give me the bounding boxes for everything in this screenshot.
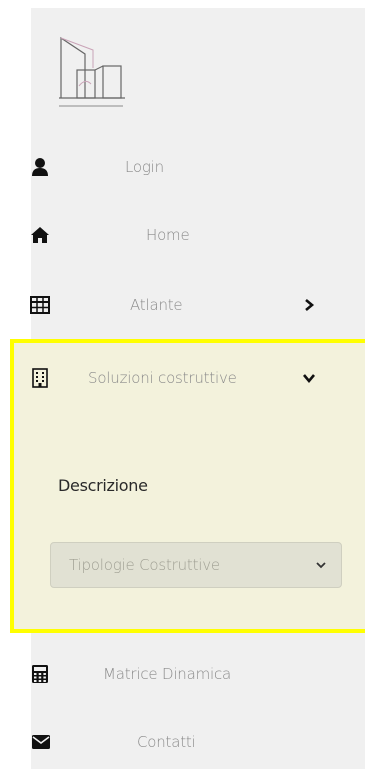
nav-item-matrice-dinamica[interactable]: Matrice Dinamica — [0, 654, 334, 694]
nav-label: Atlante — [130, 296, 183, 314]
nav-label: Contatti — [137, 733, 196, 751]
user-icon — [32, 158, 48, 176]
chevron-right-icon — [305, 299, 315, 311]
logo — [59, 36, 125, 107]
home-icon — [31, 227, 49, 243]
building-icon — [32, 368, 48, 388]
envelope-icon — [32, 735, 50, 749]
select-value: Tipologie Costruttive — [69, 556, 220, 574]
nav-label: Home — [146, 226, 190, 244]
nav-label: Soluzioni costruttive — [88, 369, 237, 387]
table-icon — [30, 296, 50, 314]
nav-label: Matrice Dinamica — [103, 665, 232, 683]
nav-item-atlante[interactable]: Atlante — [0, 285, 334, 325]
chevron-down-icon — [316, 562, 326, 569]
nav-item-contatti[interactable]: Contatti — [0, 722, 334, 762]
submenu-description-label: Descrizione — [58, 476, 148, 495]
nav-item-login[interactable]: Login — [0, 147, 334, 187]
nav-item-soluzioni-costruttive[interactable]: Soluzioni costruttive — [0, 358, 334, 398]
nav-item-home[interactable]: Home — [0, 215, 334, 255]
chevron-down-icon — [303, 374, 315, 384]
nav-label: Login — [125, 158, 164, 176]
tipologie-select[interactable]: Tipologie Costruttive — [50, 542, 342, 588]
calculator-icon — [32, 665, 48, 683]
